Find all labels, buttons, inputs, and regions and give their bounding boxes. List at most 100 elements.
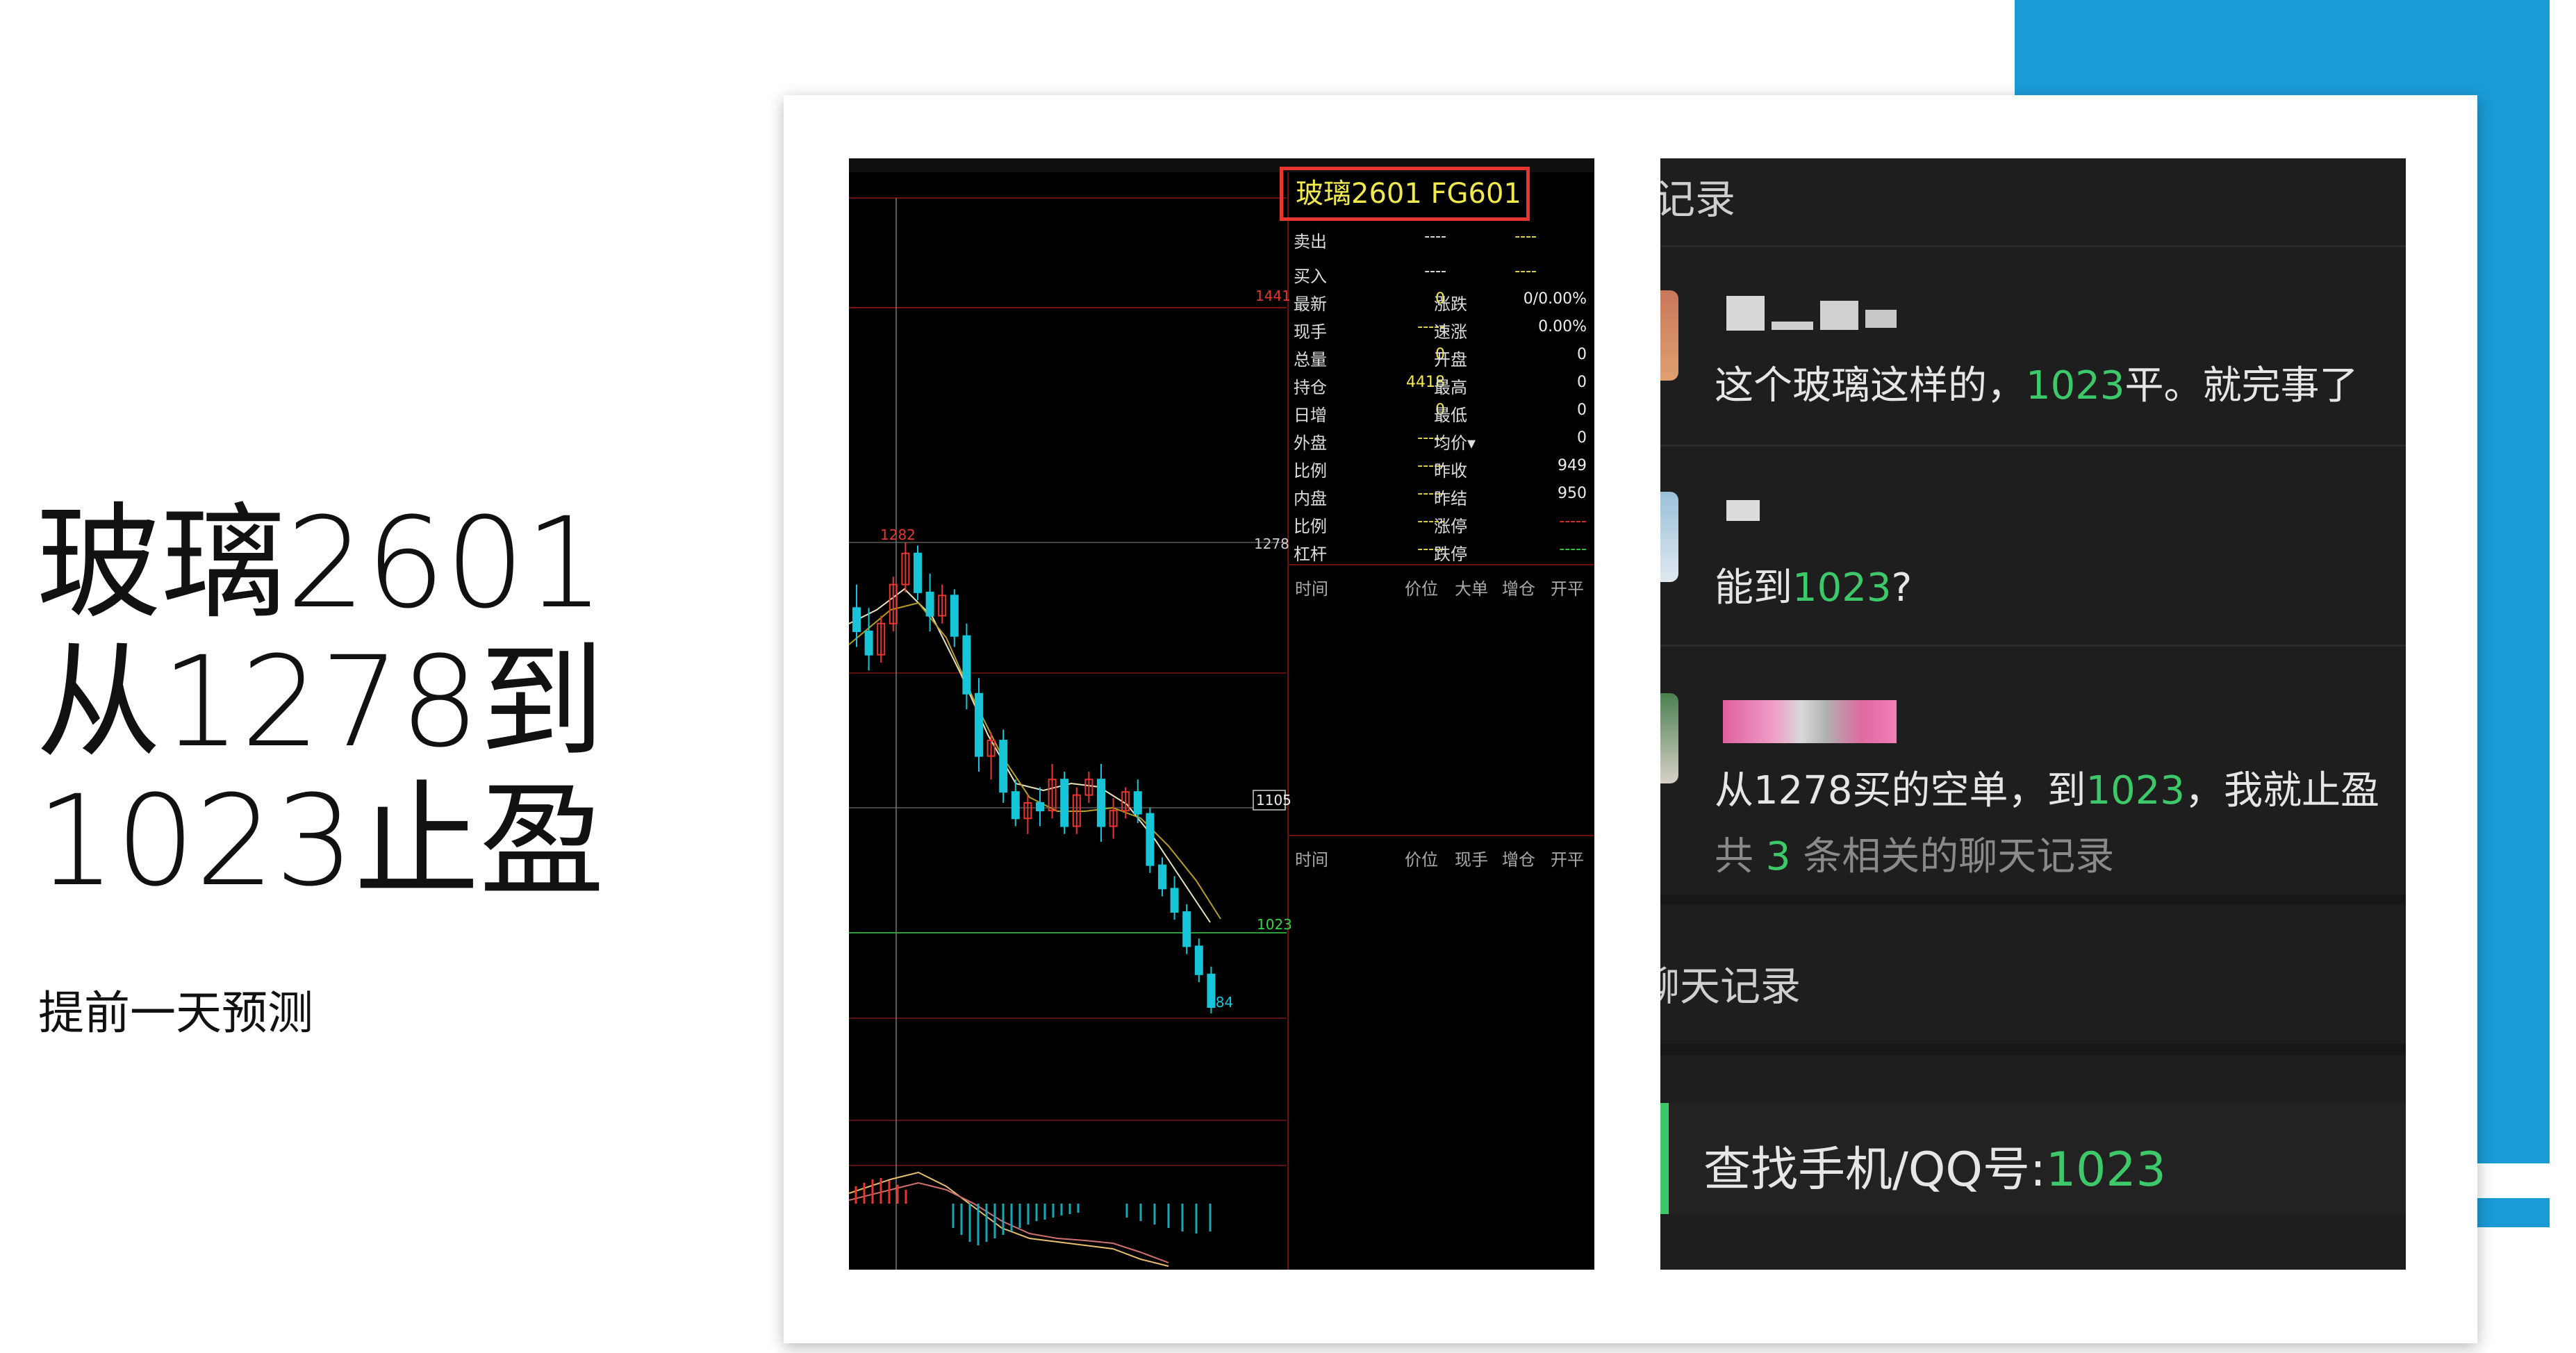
related-records-link[interactable]: 共 3 条相关的聊天记录: [1715, 825, 2114, 881]
search-result-text[interactable]: 查找手机/QQ号:1023: [1703, 1131, 2166, 1200]
candle-body: [1194, 945, 1203, 975]
sell-label: 卖出: [1294, 232, 1327, 251]
blurred-name-2: [1772, 322, 1813, 330]
subheadline: 提前一天预测: [38, 986, 313, 1040]
candle-body: [1146, 813, 1155, 866]
quote-label: 昨结: [1434, 489, 1467, 508]
candle-body: [925, 591, 934, 617]
candle-body: [1133, 791, 1142, 815]
candle-body: [1207, 973, 1216, 1008]
headline: 玻璃2601 从1278到 1023止盈: [36, 495, 604, 911]
quote-label: 比例: [1294, 461, 1327, 481]
headline-line-2: 从1278到: [36, 630, 605, 775]
blurred-name-3: [1820, 301, 1858, 330]
quote-value: 949: [1558, 457, 1587, 474]
buy-label: 买入: [1294, 267, 1327, 286]
tick-column-header: 现手: [1455, 850, 1488, 870]
divider: [1660, 245, 2406, 247]
quote-label: 昨收: [1434, 461, 1467, 481]
candle-body: [962, 635, 971, 695]
quote-value: 0: [1577, 374, 1587, 391]
tick-column-header: 开平: [1551, 579, 1584, 599]
avatar[interactable]: [1660, 290, 1678, 381]
candle-body: [1170, 888, 1179, 913]
candle-body: [864, 630, 873, 656]
quote-label: 持仓: [1294, 378, 1327, 397]
headline-line-3: 1023止盈: [36, 769, 605, 914]
quote-label: 总量: [1294, 350, 1327, 370]
quote-label: 现手: [1294, 322, 1327, 342]
divider: [1660, 645, 2406, 647]
avatar[interactable]: [1660, 492, 1678, 582]
divider: [1660, 895, 2406, 904]
tick-column-header: 时间: [1295, 850, 1328, 870]
candle-body: [1182, 911, 1191, 947]
quote-label: 涨跌: [1434, 294, 1467, 314]
quote-value: 950: [1558, 485, 1587, 502]
message-1[interactable]: 这个玻璃这样的，1023平。就完事了: [1715, 354, 2359, 410]
candle-body: [950, 595, 959, 637]
blurred-name: [1726, 296, 1765, 331]
quote-label: 开盘: [1434, 350, 1467, 370]
quote-label: 最高: [1434, 378, 1467, 397]
ma-line-1: [849, 588, 1211, 923]
blurred-name: [1726, 500, 1760, 521]
price-label-1023: 1023: [1257, 916, 1292, 933]
tick-column-header: 增仓: [1502, 850, 1535, 870]
message-3[interactable]: 从1278买的空单，到1023，我就止盈: [1715, 759, 2379, 815]
quote-label: 跌停: [1434, 545, 1467, 564]
quote-value: -----: [1559, 540, 1587, 558]
tick-column-header: 大单: [1455, 579, 1488, 599]
symbol-title-box[interactable]: 玻璃2601 FG601: [1280, 167, 1530, 221]
candle-body: [1060, 779, 1069, 827]
divider: [1660, 1044, 2406, 1055]
candle-body: [852, 607, 861, 632]
candle-body: [914, 552, 922, 593]
quote-label: 速涨: [1434, 322, 1467, 342]
tick-column-header: 开平: [1551, 850, 1584, 870]
quote-value: 0: [1577, 346, 1587, 363]
sell-value: ----: [1424, 228, 1446, 245]
quote-value: 0: [1577, 401, 1587, 419]
quote-label: 比例: [1294, 517, 1327, 536]
buy-value-2: ----: [1514, 263, 1537, 280]
quote-label: 杠杆: [1294, 545, 1327, 564]
tick-column-header: 时间: [1295, 579, 1328, 599]
tick-column-header: 价位: [1405, 579, 1438, 599]
candle-body: [1158, 864, 1166, 890]
decor-blue-strip: [2468, 1198, 2550, 1227]
search-highlight-bar: [1660, 1103, 1669, 1214]
blurred-name-4: [1865, 310, 1897, 328]
quote-label: 日增: [1294, 406, 1327, 425]
price-label-1278: 1278: [1254, 536, 1289, 552]
quote-value: 0: [1577, 429, 1587, 447]
quote-label: 外盘: [1294, 433, 1327, 453]
section-title-partial: 聊天记录: [1660, 963, 1801, 1010]
trading-screenshot: 1441 1282 1278 1105 1023 984 玻璃2601 FG60…: [849, 158, 1594, 1270]
buy-value: ----: [1424, 263, 1446, 280]
candle-body: [999, 740, 1008, 793]
price-label-1441: 1441: [1255, 288, 1291, 304]
candles-group: [852, 542, 1216, 1013]
candle-body: [1097, 779, 1105, 827]
macd-red-bars: [854, 1178, 907, 1204]
quote-value: 0/0.00%: [1523, 290, 1587, 308]
sell-value-2: ----: [1514, 228, 1537, 245]
divider: [1660, 445, 2406, 447]
blurred-name: [1723, 700, 1897, 743]
quote-value: 0.00%: [1538, 318, 1587, 335]
tick-column-header: 增仓: [1502, 579, 1535, 599]
price-label-1282: 1282: [880, 526, 916, 543]
avatar[interactable]: [1660, 693, 1678, 783]
candle-body: [1011, 791, 1020, 820]
price-label-1105: 1105: [1256, 792, 1291, 808]
quote-label: 内盘: [1294, 489, 1327, 508]
candle-body: [975, 692, 983, 757]
message-2[interactable]: 能到1023?: [1715, 556, 1912, 613]
headline-line-1: 玻璃2601: [36, 491, 605, 636]
chat-header-partial: 记录: [1660, 176, 1736, 223]
candle-body: [1036, 802, 1044, 812]
macd-bars: [952, 1204, 1212, 1245]
chat-screenshot: 记录 这个玻璃这样的，1023平。就完事了 能到1023? 从1278买的空单，…: [1660, 158, 2406, 1270]
quote-label: 涨停: [1434, 517, 1467, 536]
